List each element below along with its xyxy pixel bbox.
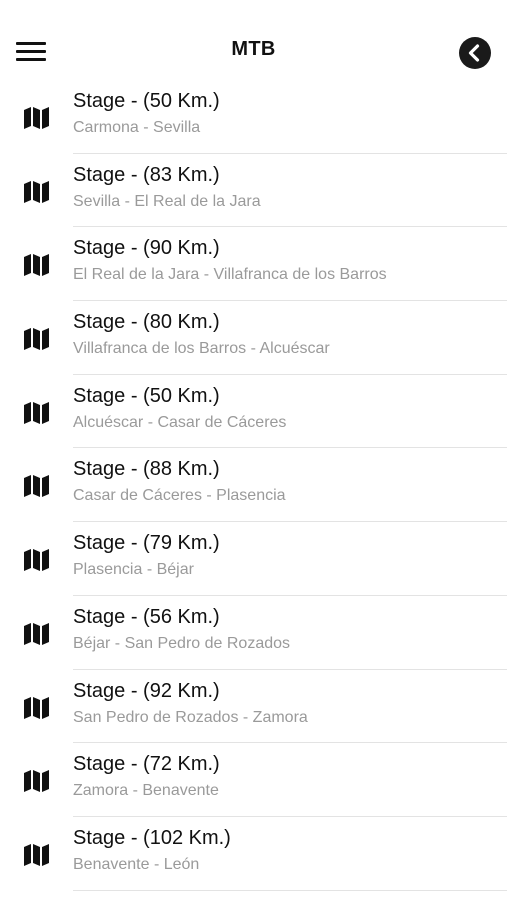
map-icon <box>24 843 49 866</box>
map-icon <box>24 254 49 277</box>
stage-route: Alcuéscar - Casar de Cáceres <box>73 413 287 431</box>
map-icon <box>24 770 49 793</box>
stage-list-item[interactable]: Stage - (50 Km.) Alcuéscar - Casar de Cá… <box>0 375 507 449</box>
stage-list: Stage - (50 Km.) Carmona - Sevilla Stage… <box>0 80 507 891</box>
stage-title: Stage - (50 Km.) <box>73 384 220 407</box>
map-icon <box>24 328 49 351</box>
map-icon <box>24 622 49 645</box>
stage-list-item[interactable]: Stage - (88 Km.) Casar de Cáceres - Plas… <box>0 448 507 523</box>
stage-route: Sevilla - El Real de la Jara <box>73 192 261 210</box>
stage-route: Plasencia - Béjar <box>73 561 194 579</box>
map-icon <box>24 401 49 424</box>
stage-title: Stage - (88 Km.) <box>73 458 220 481</box>
stage-title: Stage - (56 Km.) <box>73 605 220 628</box>
navigation-bar: MTB <box>0 0 507 92</box>
stage-list-item[interactable]: Stage - (50 Km.) Carmona - Sevilla <box>0 80 507 154</box>
map-icon <box>24 475 49 498</box>
stage-list-item[interactable]: Stage - (102 Km.) Benavente - León <box>0 817 507 891</box>
map-icon <box>24 696 49 719</box>
stage-route: Villafranca de los Barros - Alcuéscar <box>73 340 330 358</box>
page-title: MTB <box>231 38 276 60</box>
stage-list-item[interactable]: Stage - (72 Km.) Zamora - Benavente <box>0 743 507 817</box>
app-screen: MTB Stage - (50 Km.) Carmona - Sevilla S… <box>0 0 507 900</box>
stage-title: Stage - (80 Km.) <box>73 311 220 334</box>
chevron-left-icon <box>468 44 480 62</box>
stage-title: Stage - (79 Km.) <box>73 532 220 555</box>
stage-title: Stage - (72 Km.) <box>73 753 220 776</box>
stage-list-item[interactable]: Stage - (79 Km.) Plasencia - Béjar <box>0 522 507 596</box>
stage-route: Béjar - San Pedro de Rozados <box>73 634 291 652</box>
stage-route: San Pedro de Rozados - Zamora <box>73 708 308 726</box>
stage-route: Zamora - Benavente <box>73 782 219 800</box>
stage-route: Benavente - León <box>73 855 200 873</box>
stage-list-item[interactable]: Stage - (83 Km.) Sevilla - El Real de la… <box>0 154 507 228</box>
stage-title: Stage - (50 Km.) <box>73 90 220 112</box>
stage-list-item[interactable]: Stage - (56 Km.) Béjar - San Pedro de Ro… <box>0 596 507 670</box>
map-icon <box>24 549 49 572</box>
stage-list-item[interactable]: Stage - (90 Km.) El Real de la Jara - Vi… <box>0 227 507 302</box>
stage-list-item[interactable]: Stage - (92 Km.) San Pedro de Rozados - … <box>0 670 507 744</box>
stage-title: Stage - (83 Km.) <box>73 163 220 186</box>
stage-title: Stage - (92 Km.) <box>73 679 220 702</box>
stage-route: Casar de Cáceres - Plasencia <box>73 487 286 505</box>
stage-route: Carmona - Sevilla <box>73 119 201 136</box>
stage-route: El Real de la Jara - Villafranca de los … <box>73 266 387 284</box>
map-icon <box>24 180 49 203</box>
map-icon <box>24 107 49 129</box>
stage-list-item[interactable]: Stage - (80 Km.) Villafranca de los Barr… <box>0 301 507 375</box>
row-divider <box>73 889 507 891</box>
back-button[interactable] <box>459 37 491 69</box>
stage-title: Stage - (102 Km.) <box>73 826 231 849</box>
stage-title: Stage - (90 Km.) <box>73 237 220 260</box>
